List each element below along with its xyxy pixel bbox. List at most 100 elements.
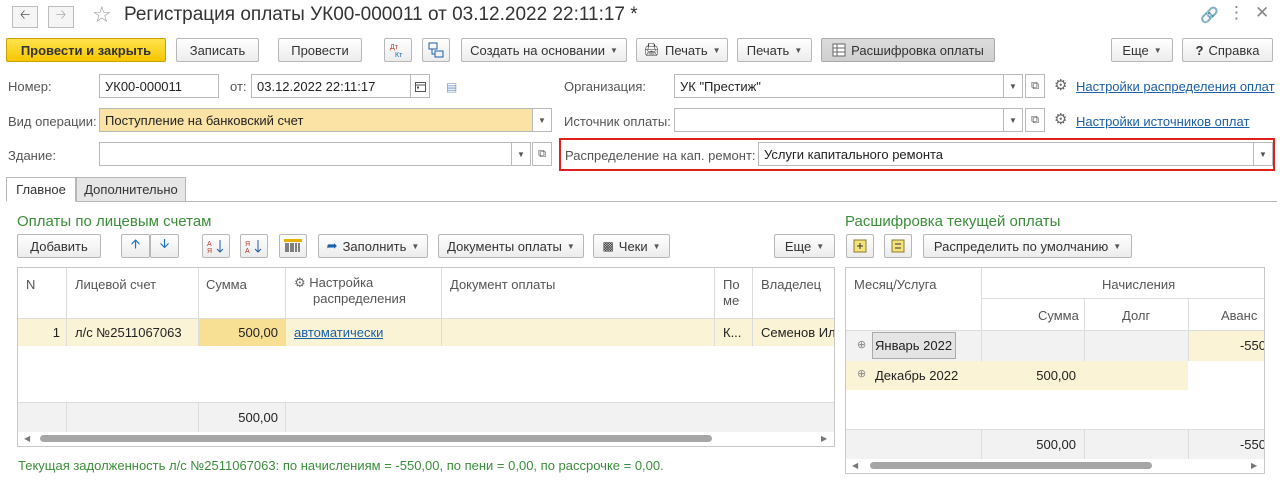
svg-text:Дт: Дт [390,44,399,51]
sort-desc-button[interactable]: ЯА [240,234,268,258]
column-divider [981,429,982,459]
column-month-service[interactable]: Месяц/Услуга [854,277,936,293]
column-divider [752,268,753,318]
post-and-close-button[interactable]: Провести и закрыть [6,38,166,62]
organization-field[interactable]: УК "Престиж" [674,74,1004,98]
building-field[interactable] [99,142,512,166]
payments-more-button[interactable]: Еще ▼ [774,234,835,258]
capital-repair-dropdown[interactable]: ▼ [1253,142,1273,166]
scroll-right-icon[interactable]: ▶ [821,434,827,443]
more-button[interactable]: Еще ▼ [1111,38,1173,62]
decode-horizontal-scrollbar[interactable]: ◀ ▶ [846,460,1264,472]
column-distribution-settings[interactable]: ⚙ Настройка распределения [294,275,406,307]
column-accruals[interactable]: Начисления [1102,277,1175,293]
collapse-all-button[interactable] [884,234,912,258]
save-button[interactable]: Записать [176,38,259,62]
expand-plus-icon[interactable]: ⊕ [857,367,866,380]
menu-dots-icon[interactable]: ⋮ [1228,3,1245,23]
row-distribution-link[interactable]: автоматически [294,325,383,340]
column-divider [285,319,286,346]
number-field[interactable]: УК00-000011 [99,74,219,98]
row-n: 1 [52,325,60,340]
back-button[interactable]: 🡠 [12,6,38,28]
scroll-right-icon[interactable]: ▶ [1251,461,1257,470]
dt-kt-button[interactable]: Дт Кт [384,38,412,62]
payments-table-footer [18,402,834,432]
row-account: л/с №2511067063 [75,325,182,340]
tab-additional[interactable]: Дополнительно [76,177,186,202]
column-po[interactable]: По ме [723,277,740,309]
number-label: Номер: [8,79,52,94]
building-open-button[interactable]: ⧉ [532,142,552,166]
barcode-icon [284,239,302,252]
column-divider [714,268,715,318]
fill-button[interactable]: ➦ Заполнить ▼ [318,234,428,258]
sort-asc-button[interactable]: АЯ [202,234,230,258]
fill-arrow-icon: ➦ [326,238,338,253]
payments-horizontal-scrollbar[interactable]: ◀ ▶ [18,433,834,445]
column-divider [198,268,199,318]
column-divider [1084,331,1085,361]
column-payment-document[interactable]: Документ оплаты [450,277,555,293]
scroll-thumb[interactable] [870,462,1152,469]
capital-repair-field[interactable]: Услуги капитального ремонта [758,142,1254,166]
payment-source-field[interactable] [674,108,1004,132]
add-button[interactable]: Добавить [17,234,101,258]
building-label: Здание: [8,148,56,163]
distribution-settings-link[interactable]: Настройки распределения оплат [1076,79,1275,94]
arrow-down-icon: 🡫 [159,236,170,251]
column-divider [981,268,982,330]
print-menu-button[interactable]: Печать ▼ [737,38,812,62]
barcode-button[interactable] [279,234,307,258]
favorite-star-icon[interactable]: ☆ [92,2,112,28]
current-debt-status: Текущая задолженность л/с №2511067063: п… [18,458,664,473]
create-based-on-button[interactable]: Создать на основании ▼ [461,38,627,62]
structure-button[interactable] [422,38,450,62]
chevron-down-icon: ▼ [712,45,721,55]
row-advance: -550 [1239,338,1265,353]
distribute-default-button[interactable]: Распределить по умолчанию ▼ [923,234,1132,258]
expand-plus-icon[interactable]: ⊕ [857,338,866,351]
calendar-button[interactable] [410,74,430,98]
tab-main[interactable]: Главное [6,177,76,202]
help-button[interactable]: ? Справка [1182,38,1273,62]
column-advance[interactable]: Аванс [1221,308,1257,324]
payment-decode-toggle[interactable]: Расшифровка оплаты [821,38,995,62]
column-sum[interactable]: Сумма [206,277,247,293]
organization-open-button[interactable]: ⧉ [1025,74,1045,98]
comment-icon[interactable]: ▤ [446,80,457,94]
column-account[interactable]: Лицевой счет [75,277,156,293]
link-icon[interactable]: 🔗 [1200,6,1219,24]
collapse-tree-icon [891,239,905,253]
payment-source-dropdown[interactable]: ▼ [1003,108,1023,132]
column-n[interactable]: N [26,277,35,293]
scroll-left-icon[interactable]: ◀ [24,434,30,443]
post-button[interactable]: Провести [278,38,362,62]
payment-documents-button[interactable]: Документы оплаты ▼ [438,234,584,258]
forward-button[interactable]: 🡢 [48,6,74,28]
close-icon[interactable]: ✕ [1255,3,1269,23]
organization-dropdown[interactable]: ▼ [1003,74,1023,98]
cash-register-icon: ▩ [602,239,614,253]
scroll-left-icon[interactable]: ◀ [852,461,858,470]
printer-icon: 🖨 [643,42,660,57]
expand-all-button[interactable] [846,234,874,258]
building-dropdown[interactable]: ▼ [511,142,531,166]
source-settings-link[interactable]: Настройки источников оплат [1076,114,1249,129]
payment-source-open-button[interactable]: ⧉ [1025,108,1045,132]
column-debt[interactable]: Долг [1122,308,1150,324]
print-button[interactable]: 🖨 Печать ▼ [636,38,728,62]
column-decode-sum[interactable]: Сумма [1038,308,1079,324]
payment-source-label: Источник оплаты: [564,114,671,129]
checks-button[interactable]: ▩ Чеки ▼ [593,234,670,258]
chevron-down-icon: ▼ [517,149,525,159]
move-up-button[interactable]: 🡩 [121,234,150,258]
column-owner[interactable]: Владелец [761,277,821,293]
scroll-thumb[interactable] [40,435,712,442]
row-sum[interactable]: 500,00 [204,325,278,340]
operation-type-field[interactable]: Поступление на банковский счет [99,108,533,132]
operation-type-dropdown[interactable]: ▼ [532,108,552,132]
date-field[interactable]: 03.12.2022 22:11:17 [251,74,411,98]
chevron-down-icon: ▼ [794,45,803,55]
move-down-button[interactable]: 🡫 [150,234,179,258]
